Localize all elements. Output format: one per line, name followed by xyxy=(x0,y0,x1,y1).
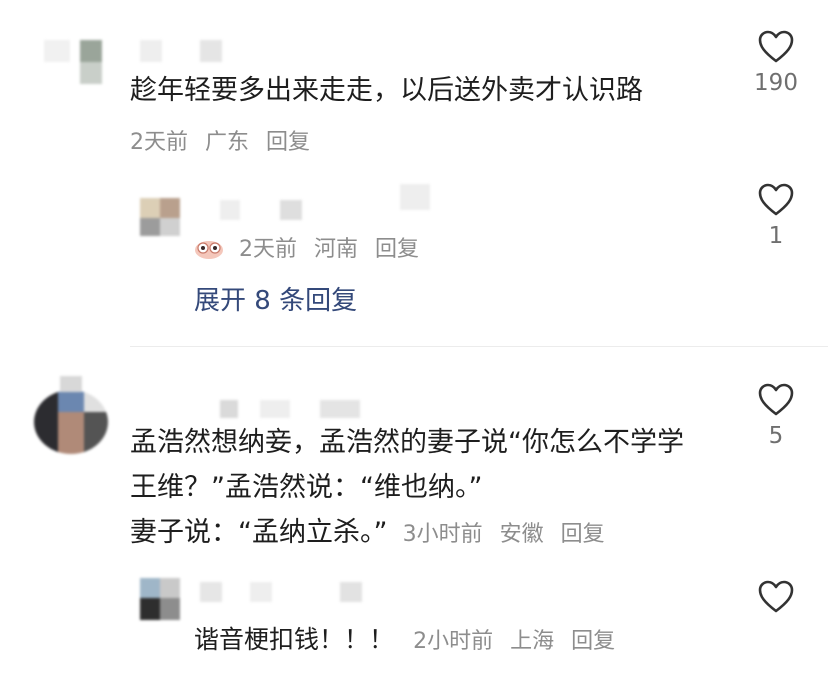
reply-button[interactable]: 回复 xyxy=(375,237,419,262)
reply-button[interactable]: 回复 xyxy=(266,130,310,155)
reply-text: 谐音梗扣钱！！！ xyxy=(194,625,395,654)
reply-location: 上海 xyxy=(510,629,555,654)
comment-text: 趁年轻要多出来走走，以后送外卖才认识路 xyxy=(130,75,643,106)
avatar[interactable] xyxy=(140,552,390,622)
comment-meta: 2天前 广东 回复 xyxy=(130,124,320,156)
comment-text-line: 王维？”孟浩然说：“维也纳。” xyxy=(130,472,483,503)
avatar[interactable] xyxy=(140,180,440,236)
comment-meta: 3小时前 安徽 回复 xyxy=(403,522,615,547)
like-count: 190 xyxy=(754,70,798,96)
reply-location: 河南 xyxy=(314,237,359,262)
reply-button[interactable]: 回复 xyxy=(571,629,615,654)
comment-location: 安徽 xyxy=(499,522,544,547)
like-count: 5 xyxy=(768,423,784,449)
like-button[interactable]: 190 xyxy=(744,30,808,96)
comment-location: 广东 xyxy=(205,130,250,155)
reply-meta: 2天前 河南 回复 xyxy=(194,231,429,263)
reply-button[interactable]: 回复 xyxy=(561,522,605,547)
heart-outline-icon xyxy=(758,183,794,216)
heart-outline-icon xyxy=(758,383,794,416)
reply-time: 2天前 xyxy=(239,237,297,262)
like-button[interactable]: 1 xyxy=(744,183,808,249)
comment-time: 2天前 xyxy=(130,130,188,155)
like-count: 1 xyxy=(768,223,784,249)
like-button[interactable]: 5 xyxy=(744,383,808,449)
comment-text-line: 妻子说：“孟纳立杀。” xyxy=(130,517,388,548)
heart-outline-icon xyxy=(758,580,794,613)
divider xyxy=(130,346,828,347)
comment-text-line: 孟浩然想纳妾，孟浩然的妻子说“你怎么不学学 xyxy=(130,427,684,458)
like-button[interactable] xyxy=(744,580,808,614)
owl-emoji-icon xyxy=(195,241,223,259)
comment-time: 3小时前 xyxy=(402,522,483,547)
expand-replies-button[interactable]: 展开 8 条回复 xyxy=(194,280,357,317)
reply-meta: 2小时前 上海 回复 xyxy=(413,629,625,654)
reply-time: 2小时前 xyxy=(413,629,494,654)
heart-outline-icon xyxy=(758,30,794,63)
